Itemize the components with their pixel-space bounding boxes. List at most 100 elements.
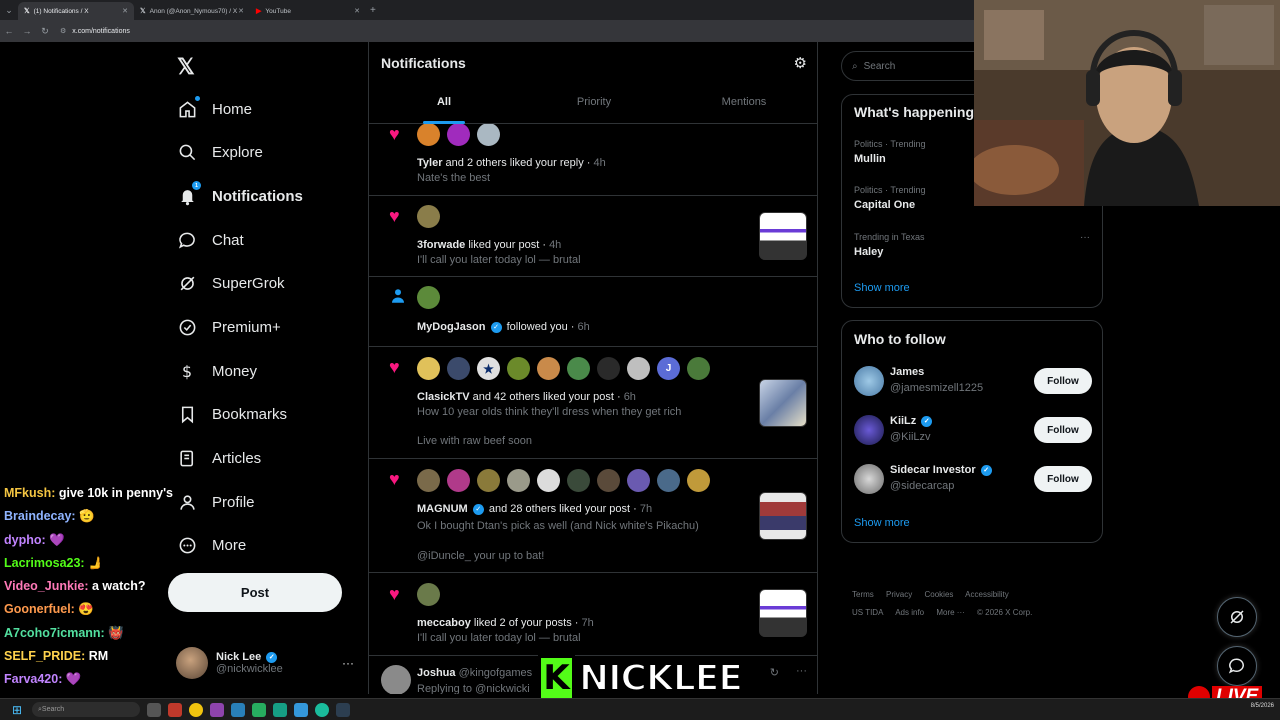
chat-icon[interactable] xyxy=(1217,646,1257,686)
avatar[interactable] xyxy=(417,357,440,380)
gear-icon[interactable]: ⚙ xyxy=(794,54,807,72)
forward-icon[interactable]: → xyxy=(18,26,36,36)
footer-link[interactable]: Ads info xyxy=(895,608,924,617)
show-more-link[interactable]: Show more xyxy=(854,517,910,529)
post-thumbnail[interactable] xyxy=(759,212,807,260)
sidebar-item-bookmarks[interactable]: Bookmarks xyxy=(177,401,287,427)
tab-mentions[interactable]: Mentions xyxy=(669,92,817,124)
avatar[interactable] xyxy=(567,357,590,380)
sidebar-item-chat[interactable]: Chat xyxy=(177,227,244,253)
grok-icon[interactable]: ↻ xyxy=(770,666,779,679)
tab-search-icon[interactable]: ⌄ xyxy=(0,0,18,20)
sidebar-item-money[interactable]: $ Money xyxy=(177,358,257,384)
follow-button[interactable]: Follow xyxy=(1034,417,1092,443)
close-icon[interactable]: ✕ xyxy=(238,7,244,15)
footer-link[interactable]: US TIDA xyxy=(852,608,883,617)
list-item[interactable]: ♥ meccaboy liked 2 of your posts · 7h I'… xyxy=(369,573,817,656)
avatar[interactable] xyxy=(687,469,710,492)
list-item[interactable]: ♥ Tyler and 2 others liked your reply · … xyxy=(369,114,817,196)
trend-item[interactable]: Trending in Texas Haley xyxy=(854,232,925,258)
post-thumbnail[interactable] xyxy=(759,589,807,637)
show-more-link[interactable]: Show more xyxy=(854,282,910,294)
browser-tab-youtube[interactable]: ▶ YouTube ✕ xyxy=(250,2,366,20)
sidebar-item-premium[interactable]: Premium+ xyxy=(177,314,281,340)
follow-suggestion[interactable]: KiiLz ✓ @KiiLzv Follow xyxy=(854,413,1092,447)
footer-link[interactable]: Privacy xyxy=(886,590,912,599)
x-logo-icon[interactable]: 𝕏 xyxy=(177,54,195,80)
avatar[interactable] xyxy=(854,366,884,396)
avatar[interactable] xyxy=(537,469,560,492)
list-item[interactable]: ♥ 3forwade liked your post · 4h I'll cal… xyxy=(369,196,817,277)
browser-tab-anon[interactable]: 𝕏 Anon (@Anon_Nymous70) / X ✕ xyxy=(134,2,250,20)
avatar[interactable] xyxy=(627,469,650,492)
footer-link[interactable]: Cookies xyxy=(924,590,953,599)
sidebar-item-articles[interactable]: Articles xyxy=(177,445,261,471)
avatar[interactable] xyxy=(537,357,560,380)
app-icon[interactable] xyxy=(252,702,266,717)
taskbar-clock[interactable]: 8/5/2026 xyxy=(1251,703,1274,710)
avatar[interactable] xyxy=(597,469,620,492)
footer-link[interactable]: Terms xyxy=(852,590,874,599)
back-icon[interactable]: ← xyxy=(0,26,18,36)
edge-icon[interactable] xyxy=(315,702,329,717)
avatar[interactable] xyxy=(657,469,680,492)
reload-icon[interactable]: ↻ xyxy=(36,26,54,37)
avatar[interactable] xyxy=(417,286,440,309)
avatar[interactable] xyxy=(417,469,440,492)
windows-start-icon[interactable]: ⊞ xyxy=(10,703,24,717)
post-thumbnail[interactable] xyxy=(759,379,807,427)
avatar[interactable] xyxy=(447,469,470,492)
sidebar-item-home[interactable]: Home xyxy=(177,96,252,122)
browser-tab-notifications[interactable]: 𝕏 (1) Notifications / X ✕ xyxy=(18,2,134,20)
close-icon[interactable]: ✕ xyxy=(122,7,128,15)
list-item[interactable]: ♥ ★ J ClasickTV and 42 others liked your… xyxy=(369,347,817,459)
taskbar-search[interactable]: ⌕ Search xyxy=(32,702,140,717)
url-field[interactable]: ⚙ x.com/notifications xyxy=(60,27,130,36)
more-icon[interactable]: ··· xyxy=(796,665,807,677)
avatar[interactable]: J xyxy=(657,357,680,380)
post-thumbnail[interactable] xyxy=(759,492,807,540)
follow-suggestion[interactable]: Sidecar Investor ✓ @sidecarcap Follow xyxy=(854,462,1092,496)
new-tab-icon[interactable]: + xyxy=(370,5,376,16)
avatar[interactable] xyxy=(477,469,500,492)
avatar[interactable] xyxy=(567,469,590,492)
trend-item[interactable]: Politics · Trending Capital One xyxy=(854,185,926,211)
avatar[interactable] xyxy=(417,123,440,146)
footer-link[interactable]: More ··· xyxy=(936,608,964,617)
avatar[interactable] xyxy=(447,357,470,380)
trend-item[interactable]: Politics · Trending Mullin xyxy=(854,139,926,165)
footer-link[interactable]: Accessibility xyxy=(965,590,1009,599)
app-icon[interactable] xyxy=(336,702,350,717)
avatar[interactable]: ★ xyxy=(477,357,500,380)
more-icon[interactable]: ··· xyxy=(342,656,354,670)
follow-suggestion[interactable]: James @jamesmizell1225 Follow xyxy=(854,364,1092,398)
avatar[interactable] xyxy=(417,583,440,606)
app-icon[interactable] xyxy=(168,702,182,717)
list-item[interactable]: MyDogJason ✓ followed you · 6h xyxy=(369,277,817,347)
chrome-icon[interactable] xyxy=(189,702,203,717)
avatar[interactable] xyxy=(477,123,500,146)
sidebar-item-supergrok[interactable]: SuperGrok xyxy=(177,270,285,296)
tab-priority[interactable]: Priority xyxy=(519,92,669,124)
grok-icon[interactable] xyxy=(1217,597,1257,637)
app-icon[interactable] xyxy=(210,702,224,717)
avatar[interactable] xyxy=(381,665,411,694)
avatar[interactable] xyxy=(507,357,530,380)
avatar[interactable] xyxy=(447,123,470,146)
task-view-icon[interactable] xyxy=(147,702,161,717)
close-icon[interactable]: ✕ xyxy=(354,7,360,15)
avatar[interactable] xyxy=(687,357,710,380)
app-icon[interactable] xyxy=(294,702,308,717)
follow-button[interactable]: Follow xyxy=(1034,466,1092,492)
app-icon[interactable] xyxy=(231,702,245,717)
sidebar-item-explore[interactable]: Explore xyxy=(177,139,263,165)
avatar[interactable] xyxy=(854,415,884,445)
avatar[interactable] xyxy=(627,357,650,380)
sidebar-item-notifications[interactable]: 1 Notifications xyxy=(177,181,303,209)
follow-button[interactable]: Follow xyxy=(1034,368,1092,394)
avatar[interactable] xyxy=(507,469,530,492)
avatar[interactable] xyxy=(854,464,884,494)
site-info-icon[interactable]: ⚙ xyxy=(60,27,66,35)
list-item[interactable]: ♥ MAGNUM ✓ and 28 others liked your post… xyxy=(369,459,817,573)
avatar[interactable] xyxy=(597,357,620,380)
